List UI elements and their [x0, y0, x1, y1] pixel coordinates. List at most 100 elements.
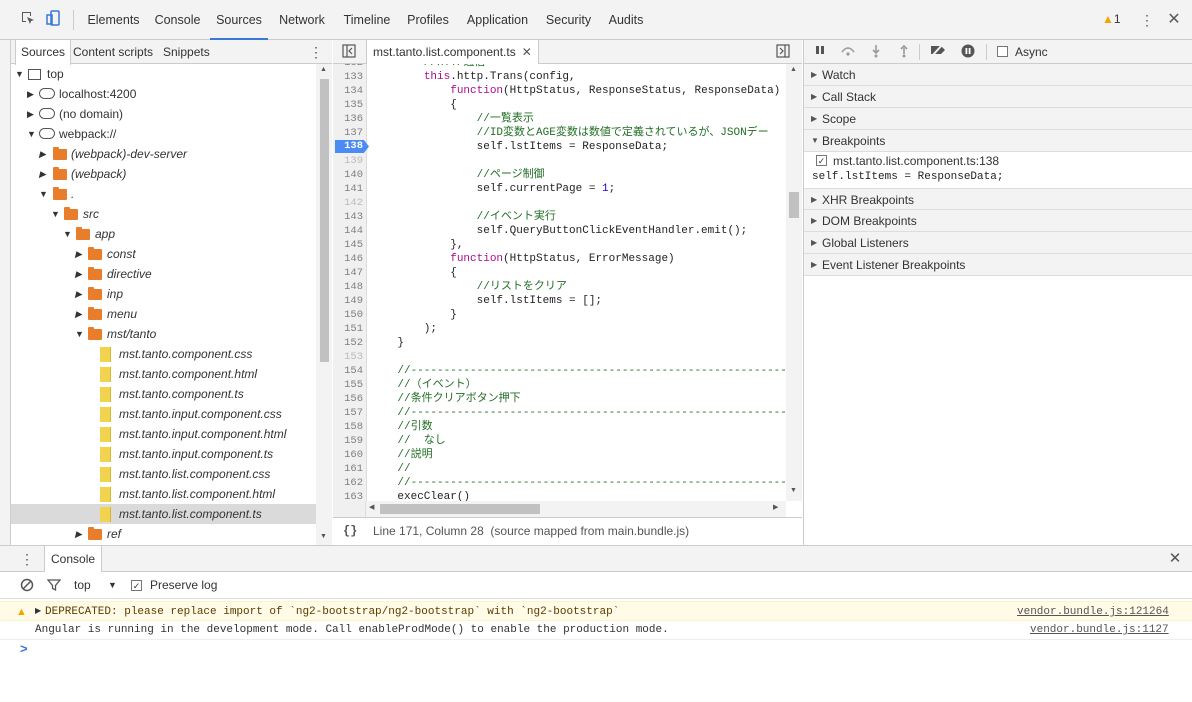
line-number[interactable]: 135	[333, 98, 363, 112]
inspect-element-icon[interactable]	[18, 10, 38, 30]
line-number[interactable]: 139	[333, 154, 363, 168]
tab-network[interactable]: Network	[273, 0, 331, 40]
line-number[interactable]: 157	[333, 406, 363, 420]
tree-item-mst-tanto[interactable]: ▼ mst/tanto	[11, 324, 316, 344]
section-dom-breakpoints[interactable]: ▶ DOM Breakpoints	[804, 210, 1192, 232]
breakpoint-marker[interactable]: 138	[335, 140, 369, 153]
line-number[interactable]: 137	[333, 126, 363, 140]
editor-hscroll-thumb[interactable]	[380, 504, 540, 514]
tree-item-localhost[interactable]: ▶ localhost:4200	[11, 84, 316, 104]
tree-item-directive[interactable]: ▶ directive	[11, 264, 316, 284]
close-drawer-icon[interactable]: ✕	[1166, 546, 1184, 572]
tab-audits[interactable]: Audits	[604, 0, 648, 40]
scroll-down-icon[interactable]: ▼	[790, 487, 797, 494]
section-global-listeners[interactable]: ▶ Global Listeners	[804, 232, 1192, 254]
line-number[interactable]: 163	[333, 490, 363, 501]
section-scope[interactable]: ▶ Scope	[804, 108, 1192, 130]
tree-item-top[interactable]: ▼ top	[11, 64, 316, 84]
pause-on-exceptions-icon[interactable]	[959, 44, 977, 60]
line-number[interactable]: 152	[333, 336, 363, 350]
section-call-stack[interactable]: ▶ Call Stack	[804, 86, 1192, 108]
line-number[interactable]: 141	[333, 182, 363, 196]
warning-counter[interactable]: ▲1	[1102, 12, 1121, 26]
tab-content-scripts[interactable]: Content scripts	[68, 40, 158, 64]
filter-icon[interactable]	[46, 578, 62, 592]
line-number[interactable]: 145	[333, 238, 363, 252]
message-source-link[interactable]: vendor.bundle.js:1127	[1030, 620, 1169, 640]
tree-item-webpack[interactable]: ▼ webpack://	[11, 124, 316, 144]
editor-horizontal-scrollbar[interactable]: ◀ ▶	[366, 501, 786, 517]
line-number[interactable]: 147	[333, 266, 363, 280]
line-number[interactable]: 154	[333, 364, 363, 378]
tree-item-src[interactable]: ▼ src	[11, 204, 316, 224]
scroll-right-icon[interactable]: ▶	[773, 503, 778, 511]
editor-file-tab[interactable]: mst.tanto.list.component.ts ✕	[366, 40, 539, 65]
async-checkbox[interactable]	[997, 46, 1008, 57]
line-number[interactable]: 133	[333, 70, 363, 84]
tab-elements[interactable]: Elements	[82, 0, 145, 40]
context-selector[interactable]: top	[74, 572, 91, 599]
line-number[interactable]: 150	[333, 308, 363, 322]
message-source-link[interactable]: vendor.bundle.js:121264	[1017, 602, 1169, 622]
tree-item-ref[interactable]: ▶ ref	[11, 524, 316, 544]
close-tab-icon[interactable]: ✕	[522, 45, 532, 59]
scroll-down-icon[interactable]: ▼	[320, 533, 327, 540]
scroll-up-icon[interactable]: ▲	[320, 66, 327, 73]
section-xhr-breakpoints[interactable]: ▶ XHR Breakpoints	[804, 188, 1192, 210]
tree-item-webpack-folder[interactable]: ▶ (webpack)	[11, 164, 316, 184]
line-number[interactable]: 158	[333, 420, 363, 434]
step-over-icon[interactable]	[839, 44, 857, 60]
line-number[interactable]: 149	[333, 294, 363, 308]
section-watch[interactable]: ▶ Watch	[804, 64, 1192, 86]
console-prompt[interactable]: >	[0, 640, 1192, 660]
device-mode-icon[interactable]	[44, 10, 64, 30]
editor-vertical-scrollbar[interactable]: ▲ ▼	[786, 64, 802, 501]
line-number[interactable]: 148	[333, 280, 363, 294]
tree-item-webpack-dev-server[interactable]: ▶ (webpack)-dev-server	[11, 144, 316, 164]
line-number-gutter[interactable]: 1321331341351361371381391401411421431441…	[333, 64, 369, 501]
drawer-menu-icon[interactable]: ⋮	[20, 546, 34, 572]
navigator-scroll-thumb[interactable]	[320, 79, 329, 362]
line-number[interactable]: 155	[333, 378, 363, 392]
context-dropdown-icon[interactable]: ▼	[108, 572, 117, 599]
more-options-icon[interactable]: ⋮	[1137, 10, 1157, 30]
tab-timeline[interactable]: Timeline	[337, 0, 397, 40]
toggle-debugger-icon[interactable]	[776, 44, 792, 60]
preserve-log-checkbox[interactable]: ✓	[131, 580, 142, 591]
tab-profiles[interactable]: Profiles	[403, 0, 453, 40]
section-breakpoints[interactable]: ▼ Breakpoints	[804, 130, 1192, 152]
close-devtools-icon[interactable]: ✕	[1164, 10, 1184, 30]
line-number[interactable]: 136	[333, 112, 363, 126]
tree-item-dot[interactable]: ▼.	[11, 184, 316, 204]
tab-console[interactable]: Console	[150, 0, 205, 40]
tab-sources[interactable]: Sources	[210, 0, 268, 40]
navigator-scrollbar[interactable]: ▲ ▼	[316, 64, 332, 545]
tree-item-selected-file[interactable]: mst.tanto.list.component.ts	[11, 504, 316, 524]
tree-item-no-domain[interactable]: ▶ (no domain)	[11, 104, 316, 124]
tree-item-const[interactable]: ▶ const	[11, 244, 316, 264]
tree-item-file[interactable]: mst.tanto.component.ts	[11, 384, 316, 404]
expand-arrow-icon[interactable]: ▶	[35, 602, 41, 622]
step-out-icon[interactable]	[895, 44, 913, 60]
tree-item-file[interactable]: mst.tanto.input.component.ts	[11, 444, 316, 464]
line-number[interactable]: 146	[333, 252, 363, 266]
tree-item-inp[interactable]: ▶ inp	[11, 284, 316, 304]
toggle-navigator-icon[interactable]	[342, 44, 358, 60]
breakpoint-checkbox[interactable]: ✓	[816, 155, 827, 166]
drawer-tab-console[interactable]: Console	[44, 546, 103, 573]
pause-resume-icon[interactable]	[811, 44, 829, 60]
section-event-listener-breakpoints[interactable]: ▶ Event Listener Breakpoints	[804, 254, 1192, 276]
line-number[interactable]: 160	[333, 448, 363, 462]
line-number[interactable]: 156	[333, 392, 363, 406]
tree-item-file[interactable]: mst.tanto.component.html	[11, 364, 316, 384]
navigator-menu-icon[interactable]: ⋮	[309, 40, 323, 64]
line-number[interactable]: 143	[333, 210, 363, 224]
scroll-left-icon[interactable]: ◀	[369, 503, 374, 511]
tab-snippets[interactable]: Snippets	[158, 40, 215, 64]
tab-security[interactable]: Security	[541, 0, 596, 40]
tab-sources-nav[interactable]: Sources	[15, 40, 72, 65]
line-number[interactable]: 153	[333, 350, 363, 364]
tree-item-menu[interactable]: ▶ menu	[11, 304, 316, 324]
line-number[interactable]: 144	[333, 224, 363, 238]
tree-item-file[interactable]: mst.tanto.list.component.html	[11, 484, 316, 504]
